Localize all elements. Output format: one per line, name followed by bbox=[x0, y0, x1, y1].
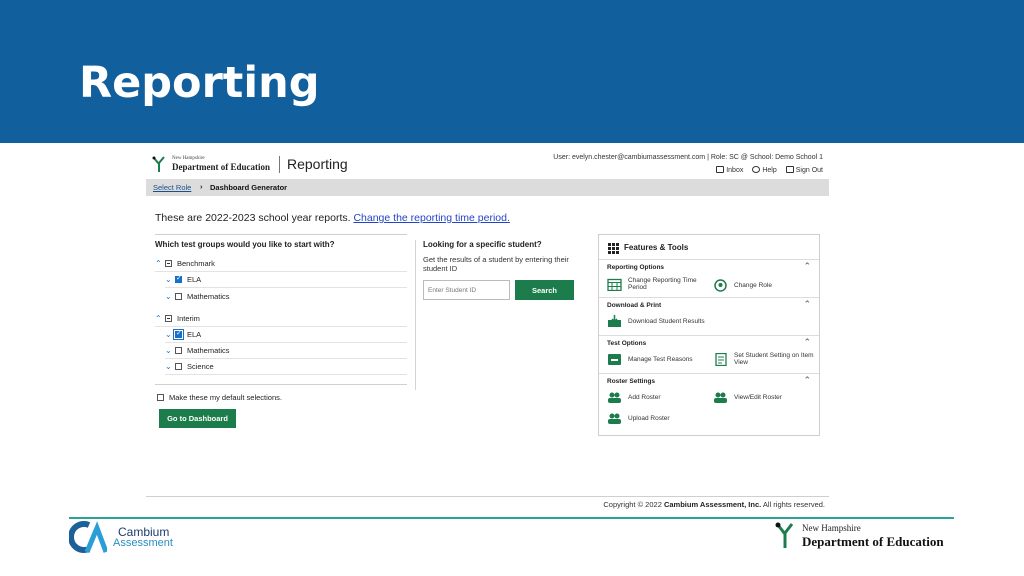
inbox-link[interactable]: Inbox bbox=[716, 166, 743, 174]
org-small-label: New Hampshire bbox=[172, 156, 205, 161]
app-title: Reporting bbox=[287, 156, 348, 172]
breadcrumb-current: Dashboard Generator bbox=[210, 183, 288, 192]
org-name: Department of Education bbox=[172, 162, 270, 172]
view-edit-roster-tool[interactable]: View/Edit Roster bbox=[713, 391, 813, 404]
chevron-up-icon[interactable]: ⌃ bbox=[803, 299, 811, 310]
cambium-sub: Assessment bbox=[113, 537, 173, 549]
breadcrumb-chevron-icon: › bbox=[200, 182, 203, 191]
edit-users-icon bbox=[714, 392, 727, 403]
upload-roster-tool[interactable]: Upload Roster bbox=[607, 412, 707, 425]
refresh-user-icon bbox=[714, 279, 727, 292]
divider bbox=[155, 384, 407, 385]
user-info: User: evelyn.chester@cambiumassessment.c… bbox=[553, 154, 823, 161]
download-icon bbox=[608, 315, 621, 327]
chevron-up-icon[interactable]: ⌃ bbox=[803, 375, 811, 386]
chevron-down-icon[interactable]: ⌄ bbox=[165, 362, 175, 371]
change-period-tool[interactable]: Change Reporting Time Period bbox=[607, 277, 707, 291]
help-icon bbox=[752, 166, 761, 173]
help-link[interactable]: Help bbox=[752, 166, 777, 174]
section-heading: Test Options bbox=[607, 340, 647, 347]
nh-tree-icon bbox=[775, 522, 794, 548]
interim-math[interactable]: ⌄ Mathematics bbox=[165, 343, 407, 359]
roster-settings-section: Roster Settings ⌃ Add Roster View/Edit R… bbox=[599, 373, 819, 435]
chevron-up-icon[interactable]: ⌃ bbox=[155, 314, 165, 323]
chevron-down-icon[interactable]: ⌄ bbox=[165, 275, 175, 284]
interim-science[interactable]: ⌄ Science bbox=[165, 359, 407, 375]
features-tools-panel: Features & Tools Reporting Options ⌃ Cha… bbox=[598, 234, 820, 436]
group-benchmark[interactable]: ⌃ Benchmark bbox=[155, 256, 407, 272]
section-heading: Reporting Options bbox=[607, 264, 665, 271]
student-id-input[interactable]: Enter Student ID bbox=[423, 280, 510, 300]
student-search-question: Looking for a specific student? bbox=[423, 240, 542, 249]
breadcrumb: Select Role › Dashboard Generator bbox=[146, 179, 829, 196]
change-period-link[interactable]: Change the reporting time period. bbox=[353, 212, 509, 224]
set-student-setting-tool[interactable]: Set Student Setting on Item View bbox=[713, 352, 815, 366]
inbox-icon bbox=[716, 166, 725, 173]
search-button[interactable]: Search bbox=[515, 280, 574, 300]
title-banner: Reporting bbox=[0, 0, 1024, 143]
download-print-section: Download & Print ⌃ Download Student Resu… bbox=[599, 297, 819, 335]
benchmark-ela[interactable]: ⌄ELA bbox=[165, 272, 407, 288]
interim-science-checkbox[interactable] bbox=[175, 363, 182, 370]
sign-out-icon bbox=[785, 166, 794, 173]
chevron-up-icon[interactable]: ⌃ bbox=[155, 259, 165, 268]
chevron-up-icon[interactable]: ⌃ bbox=[803, 261, 811, 272]
footer-divider bbox=[146, 496, 829, 497]
reporting-options-section: Reporting Options ⌃ Change Reporting Tim… bbox=[599, 259, 819, 297]
header-divider bbox=[279, 156, 280, 173]
benchmark-ela-checkbox[interactable] bbox=[175, 274, 182, 283]
download-results-tool[interactable]: Download Student Results bbox=[607, 315, 707, 328]
nh-state-name: New Hampshire bbox=[802, 523, 861, 533]
benchmark-math-checkbox[interactable] bbox=[175, 292, 182, 300]
student-search-description: Get the results of a student by entering… bbox=[423, 255, 569, 273]
test-groups-question: Which test groups would you like to star… bbox=[155, 240, 335, 249]
bottom-rule bbox=[69, 517, 954, 519]
reporting-screenshot: New Hampshire Department of Education Re… bbox=[146, 150, 829, 512]
interim-checkbox[interactable] bbox=[165, 315, 172, 322]
chevron-down-icon[interactable]: ⌄ bbox=[165, 330, 175, 339]
chevron-up-icon[interactable]: ⌃ bbox=[803, 337, 811, 348]
sign-out-link[interactable]: Sign Out bbox=[785, 166, 823, 174]
default-checkbox[interactable] bbox=[157, 394, 164, 401]
nh-tree-icon bbox=[152, 156, 165, 172]
upload-users-icon bbox=[608, 413, 621, 424]
column-divider bbox=[415, 240, 416, 390]
calendar-icon bbox=[607, 278, 622, 291]
chevron-down-icon[interactable]: ⌄ bbox=[165, 292, 175, 301]
interim-math-checkbox[interactable] bbox=[175, 347, 182, 354]
interim-ela[interactable]: ⌄ELA bbox=[165, 327, 407, 343]
copyright-text: Copyright © 2022 Cambium Assessment, Inc… bbox=[603, 500, 825, 509]
benchmark-checkbox[interactable] bbox=[165, 260, 172, 267]
section-heading: Roster Settings bbox=[607, 378, 656, 385]
go-to-dashboard-button[interactable]: Go to Dashboard bbox=[159, 409, 236, 428]
group-interim[interactable]: ⌃ Interim bbox=[155, 311, 407, 327]
grid-icon bbox=[608, 243, 619, 254]
breadcrumb-select-role[interactable]: Select Role bbox=[153, 183, 191, 192]
nh-dept-name: Department of Education bbox=[802, 534, 944, 549]
divider bbox=[155, 234, 407, 235]
benchmark-math[interactable]: ⌄ Mathematics bbox=[165, 288, 407, 304]
app-header: New Hampshire Department of Education Re… bbox=[146, 150, 829, 178]
features-title: Features & Tools bbox=[624, 243, 689, 252]
add-roster-tool[interactable]: Add Roster bbox=[607, 391, 707, 404]
test-options-section: Test Options ⌃ Manage Test Reasons Set S… bbox=[599, 335, 819, 373]
default-selections[interactable]: Make these my default selections. bbox=[157, 393, 282, 402]
slide-title: Reporting bbox=[79, 58, 320, 108]
cambium-logo-icon bbox=[69, 521, 107, 553]
inbox-tray-icon bbox=[608, 354, 621, 365]
manage-test-reasons-tool[interactable]: Manage Test Reasons bbox=[607, 353, 707, 366]
section-heading: Download & Print bbox=[607, 302, 662, 309]
header-links: Inbox Help Sign Out bbox=[716, 166, 823, 174]
change-role-tool[interactable]: Change Role bbox=[713, 279, 813, 292]
interim-ela-checkbox[interactable] bbox=[173, 329, 184, 340]
document-settings-icon bbox=[715, 352, 727, 366]
add-users-icon bbox=[608, 392, 621, 403]
chevron-down-icon[interactable]: ⌄ bbox=[165, 346, 175, 355]
intro-text: These are 2022-2023 school year reports.… bbox=[155, 212, 510, 224]
